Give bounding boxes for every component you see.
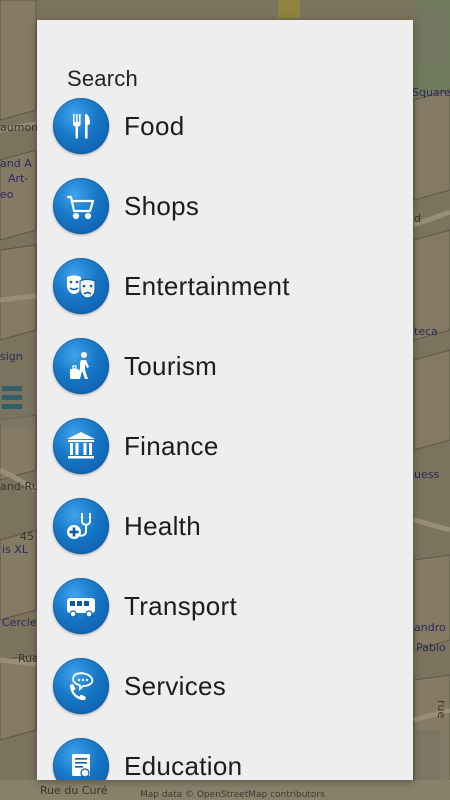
map-street-label: aumon bbox=[0, 121, 39, 134]
category-label: Food bbox=[124, 110, 185, 141]
map-place-label: Pablo bbox=[416, 641, 446, 654]
category-item-education[interactable]: Education bbox=[37, 726, 413, 780]
map-compass-button[interactable] bbox=[414, 8, 444, 64]
map-street-label: rue bbox=[435, 700, 448, 719]
map-street-label: d bbox=[414, 212, 421, 225]
map-street-label: Rue bbox=[18, 652, 39, 665]
category-item-finance[interactable]: Finance bbox=[37, 406, 413, 486]
map-place-label: Square bbox=[412, 86, 450, 99]
map-place-label: and A bbox=[0, 157, 32, 170]
map-attribution: Map data © OpenStreetMap contributors bbox=[140, 790, 325, 800]
bus-icon bbox=[53, 578, 109, 634]
category-item-food[interactable]: Food bbox=[37, 86, 413, 166]
map-place-label: is XL bbox=[2, 543, 28, 556]
category-label: Health bbox=[124, 510, 201, 541]
category-label: Finance bbox=[124, 430, 219, 461]
stethoscope-icon bbox=[53, 498, 109, 554]
map-place-label: sign bbox=[0, 350, 23, 363]
category-label: Services bbox=[124, 670, 227, 701]
map-layers-button[interactable] bbox=[0, 372, 34, 428]
map-house-number: 45 bbox=[20, 530, 34, 543]
map-place-label: uess bbox=[414, 468, 440, 481]
map-place-label: Art- bbox=[8, 172, 29, 185]
layers-icon bbox=[2, 386, 22, 409]
fork-knife-icon bbox=[53, 98, 109, 154]
category-item-shops[interactable]: Shops bbox=[37, 166, 413, 246]
traveler-luggage-icon bbox=[53, 338, 109, 394]
category-item-health[interactable]: Health bbox=[37, 486, 413, 566]
phone-service-icon bbox=[53, 658, 109, 714]
theater-masks-icon bbox=[53, 258, 109, 314]
category-list: Food Shops Entertainment Tourism Finance… bbox=[37, 86, 413, 780]
map-place-label: andro bbox=[414, 621, 446, 634]
category-label: Transport bbox=[124, 590, 237, 621]
category-item-tourism[interactable]: Tourism bbox=[37, 326, 413, 406]
category-label: Entertainment bbox=[124, 270, 290, 301]
map-place-label: Cercle bbox=[2, 616, 37, 629]
category-label: Education bbox=[124, 750, 243, 781]
shopping-cart-icon bbox=[53, 178, 109, 234]
category-item-entertainment[interactable]: Entertainment bbox=[37, 246, 413, 326]
category-label: Shops bbox=[124, 190, 200, 221]
category-item-transport[interactable]: Transport bbox=[37, 566, 413, 646]
diploma-icon bbox=[53, 738, 109, 780]
category-label: Tourism bbox=[124, 350, 218, 381]
map-place-label: eo bbox=[0, 188, 14, 201]
map-street-label: Rue du Curé bbox=[40, 784, 108, 797]
category-item-services[interactable]: Services bbox=[37, 646, 413, 726]
bank-building-icon bbox=[53, 418, 109, 474]
map-location-button[interactable] bbox=[414, 730, 440, 780]
map-place-label: teca bbox=[414, 325, 438, 338]
search-dialog: Search Food Shops Entertainment Tourism … bbox=[37, 20, 413, 780]
